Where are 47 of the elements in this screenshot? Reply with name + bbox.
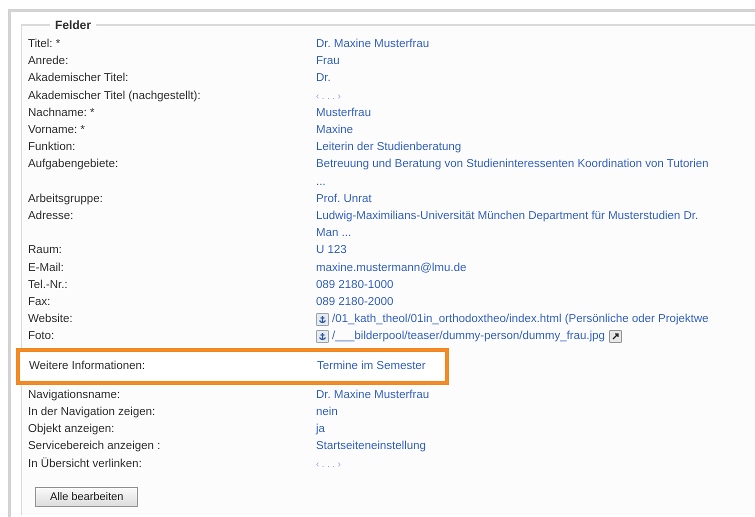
field-label: Arbeitsgruppe:	[28, 192, 104, 207]
field-value[interactable]: Termine im Semester	[317, 358, 426, 375]
field-label: Akademischer Titel (nachgestellt):	[28, 88, 202, 104]
field-value[interactable]: /01_kath_theol/01in_orthodoxtheo/index.html (Persönliche oder Projektwe	[332, 311, 709, 328]
field-value[interactable]: Leiterin der Studienberatung	[316, 139, 462, 156]
field-value[interactable]: Startseiteneinstellung	[316, 438, 426, 456]
field-value[interactable]: Dr. Maxine Musterfrau	[316, 386, 430, 404]
field-value[interactable]: Betreuung und Beratung von Studieninteressenten Koordination von Tutorien ...	[316, 156, 716, 191]
field-label: Navigationsname:	[28, 388, 122, 403]
field-value[interactable]: 089 2180-1000	[316, 276, 394, 294]
field-value[interactable]: 089 2180-2000	[316, 294, 394, 312]
field-label: Fax:	[28, 295, 52, 310]
field-label: Servicebereich anzeigen :	[28, 439, 162, 454]
field-value[interactable]: maxine.mustermann@lmu.de	[316, 260, 466, 277]
anchor-icon[interactable]	[316, 330, 329, 344]
field-label: Tel.-Nr.:	[28, 278, 69, 293]
field-label: Aufgabengebiete:	[28, 157, 120, 172]
field-label: Weitere Informationen:	[29, 358, 146, 374]
anchor-icon[interactable]	[316, 313, 329, 326]
field-value[interactable]: Ludwig-Maximilians-Universität München Department für Musterstudien Dr. Man ...	[316, 208, 716, 242]
field-label: Akademischer Titel:	[28, 71, 130, 86]
field-value[interactable]: Maxine	[316, 122, 354, 140]
field-label: Titel: *	[28, 37, 62, 52]
field-label: Vorname: *	[28, 123, 86, 138]
panel-legend: Felder	[50, 18, 96, 32]
field-value[interactable]: Musterfrau	[316, 104, 371, 122]
field-label: In der Navigation zeigen:	[28, 405, 156, 420]
field-label: Adresse:	[28, 209, 74, 224]
field-label: Raum:	[28, 243, 63, 258]
field-value[interactable]: U 123	[316, 242, 347, 260]
field-label: Anrede:	[28, 54, 70, 70]
field-value[interactable]: Prof. Unrat	[316, 190, 372, 208]
field-value[interactable]: Dr.	[316, 70, 331, 88]
field-label: Objekt anzeigen:	[28, 422, 116, 438]
field-value[interactable]: ja	[316, 421, 325, 438]
field-label: E-Mail:	[28, 260, 65, 276]
field-label: Nachname: *	[28, 106, 96, 121]
field-label: Website:	[28, 312, 74, 328]
field-value[interactable]: /___bilderpool/teaser/dummy-person/dummy_frau.jpg	[332, 328, 605, 346]
external-link-icon[interactable]	[608, 330, 622, 344]
field-label: In Übersicht verlinken:	[28, 456, 143, 472]
field-value[interactable]: Dr. Maxine Musterfrau	[316, 36, 430, 54]
field-value[interactable]: nein	[316, 404, 338, 422]
field-label: Foto:	[28, 329, 56, 344]
field-value[interactable]: Frau	[316, 53, 340, 70]
field-label: Funktion:	[28, 140, 76, 156]
edit-all-button[interactable]: Alle bearbeiten	[35, 486, 138, 507]
